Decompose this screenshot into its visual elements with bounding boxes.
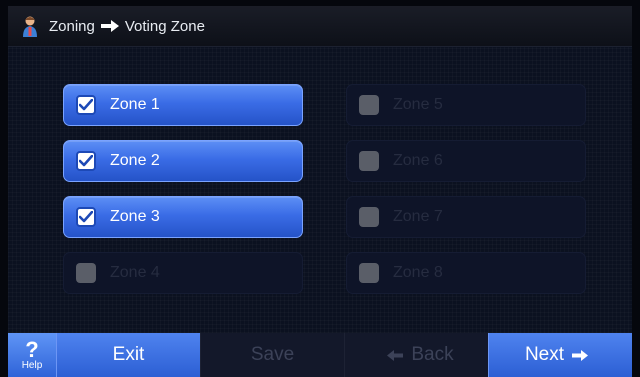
zone-label: Zone 6 [393, 152, 443, 169]
next-button[interactable]: Next [488, 333, 632, 377]
header-bar: Zoning Voting Zone [8, 6, 632, 47]
checkbox-checked-icon [76, 207, 96, 227]
back-button: Back [344, 333, 488, 377]
checkbox-disabled-icon [359, 95, 379, 115]
arrow-right-icon [572, 349, 589, 361]
next-label: Next [524, 344, 565, 365]
zone-7-toggle: Zone 7 [346, 196, 586, 238]
zone-3-toggle[interactable]: Zone 3 [63, 196, 303, 238]
help-label: Help [21, 359, 43, 371]
zone-label: Zone 1 [110, 96, 160, 113]
zone-label: Zone 2 [110, 152, 160, 169]
zone-grid: Zone 1 Zone 2 Zone 3 Zone 4 Zone 5 Zone … [8, 47, 632, 333]
back-label: Back [411, 344, 454, 365]
zone-8-toggle: Zone 8 [346, 252, 586, 294]
zone-2-toggle[interactable]: Zone 2 [63, 140, 303, 182]
checkbox-disabled-icon [359, 151, 379, 171]
zone-label: Zone 8 [393, 264, 443, 281]
breadcrumb: Zoning Voting Zone [49, 18, 205, 35]
save-label: Save [250, 344, 295, 365]
breadcrumb-voting-zone: Voting Zone [124, 17, 205, 35]
save-button: Save [200, 333, 344, 377]
checkbox-disabled-icon [359, 263, 379, 283]
zone-1-toggle[interactable]: Zone 1 [63, 84, 303, 126]
zone-6-toggle: Zone 6 [346, 140, 586, 182]
help-icon: ? [25, 336, 39, 362]
zone-label: Zone 3 [110, 208, 160, 225]
footer-toolbar: ? Help Exit Save Back Next [8, 333, 632, 377]
zone-label: Zone 5 [393, 96, 443, 113]
zone-4-toggle: Zone 4 [63, 252, 303, 294]
checkbox-checked-icon [76, 95, 96, 115]
checkbox-checked-icon [76, 151, 96, 171]
zone-label: Zone 4 [110, 264, 160, 281]
exit-button[interactable]: Exit [56, 333, 200, 377]
help-button[interactable]: ? Help [8, 333, 56, 377]
breadcrumb-zoning: Zoning [49, 17, 95, 35]
checkbox-disabled-icon [359, 207, 379, 227]
zone-5-toggle: Zone 5 [346, 84, 586, 126]
checkbox-disabled-icon [76, 263, 96, 283]
arrow-left-icon [387, 349, 404, 361]
exit-label: Exit [112, 344, 145, 365]
person-logo-icon [23, 16, 37, 37]
zone-label: Zone 7 [393, 208, 443, 225]
arrow-right-icon [100, 20, 119, 32]
